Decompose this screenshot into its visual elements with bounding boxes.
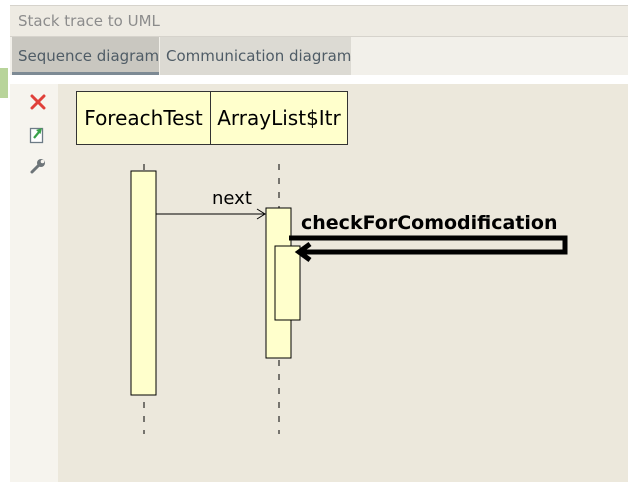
window-title: Stack trace to UML [18, 12, 160, 30]
lifeline-head-foreachtest[interactable]: ForeachTest [76, 91, 211, 145]
close-button[interactable] [28, 92, 48, 112]
side-toolbar [10, 84, 58, 482]
settings-button[interactable] [28, 156, 48, 176]
tab-strip: Sequence diagram Communication diagram [10, 37, 628, 75]
wrench-icon [30, 159, 45, 174]
close-icon [30, 94, 46, 110]
stack-trace-uml-window: Stack trace to UML Sequence diagram Comm… [0, 0, 628, 482]
activation-foreachtest [130, 170, 157, 396]
activation-arraylist-inner [274, 245, 301, 321]
lifeline-head-arraylist-itr[interactable]: ArrayList$Itr [210, 91, 348, 145]
message-label-checkforcomodification: checkForComodification [301, 212, 558, 234]
tab-communication-diagram[interactable]: Communication diagram [160, 37, 351, 75]
diagram-canvas[interactable]: ForeachTest ArrayList$Itr next checkForC… [58, 84, 628, 482]
message-label-next: next [212, 188, 252, 209]
tool-window-titlebar: Stack trace to UML [10, 5, 628, 37]
message-checkforcomodification-path [289, 235, 568, 255]
export-icon [29, 127, 44, 144]
tab-sequence-diagram[interactable]: Sequence diagram [12, 37, 159, 75]
export-button[interactable] [28, 124, 48, 144]
editor-gutter-marker [0, 68, 8, 98]
